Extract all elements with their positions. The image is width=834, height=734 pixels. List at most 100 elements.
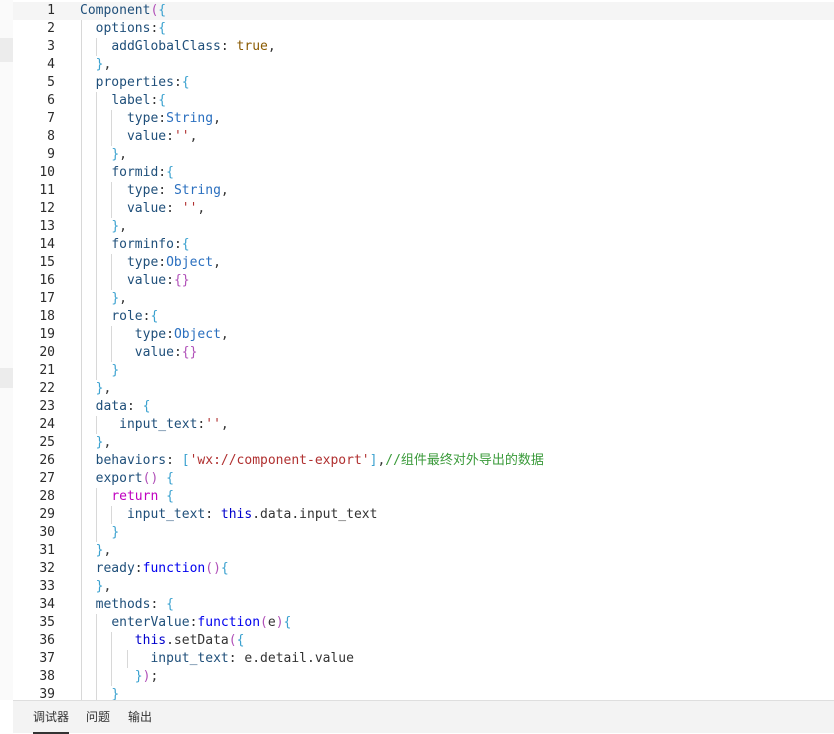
- indent-guide: [96, 182, 98, 200]
- code-line[interactable]: 28 return {: [13, 488, 834, 506]
- code-line[interactable]: 39 }: [13, 686, 834, 700]
- indent-guide: [96, 218, 98, 236]
- line-number: 16: [39, 273, 55, 288]
- indent-guide: [111, 650, 113, 668]
- code-text: role:{: [80, 308, 158, 326]
- code-line[interactable]: 38 });: [13, 668, 834, 686]
- code-token: ,: [103, 543, 112, 558]
- code-text: },: [80, 380, 112, 398]
- code-token: :: [134, 561, 143, 576]
- code-token: type: [126, 183, 159, 198]
- code-token: {: [166, 597, 174, 612]
- code-line[interactable]: 22 },: [13, 380, 834, 398]
- code-token: {: [181, 75, 190, 90]
- code-token: :: [150, 597, 167, 612]
- code-line[interactable]: 6 label:{: [13, 92, 834, 110]
- indent-guide: [96, 524, 98, 542]
- code-line[interactable]: 17 },: [13, 290, 834, 308]
- code-line[interactable]: 10 formid:{: [13, 164, 834, 182]
- line-number: 9: [47, 147, 55, 162]
- tab-output[interactable]: 输出: [128, 701, 152, 734]
- code-token: ,: [189, 129, 198, 144]
- tab-problems[interactable]: 问题: [86, 701, 110, 734]
- code-line[interactable]: 5 properties:{: [13, 74, 834, 92]
- code-line[interactable]: 4 },: [13, 56, 834, 74]
- code-token: {}: [181, 345, 198, 360]
- code-text: }: [80, 362, 119, 380]
- code-token: options: [95, 21, 151, 36]
- line-number: 20: [39, 345, 55, 360]
- line-number: 12: [39, 201, 55, 216]
- code-text: },: [80, 578, 112, 596]
- code-line[interactable]: 26 behaviors: ['wx://component-export'],…: [13, 452, 834, 470]
- code-line[interactable]: 11 type: String,: [13, 182, 834, 200]
- code-line[interactable]: 16 value:{}: [13, 272, 834, 290]
- code-line[interactable]: 31 },: [13, 542, 834, 560]
- code-line[interactable]: 20 value:{}: [13, 344, 834, 362]
- indent-guide: [81, 218, 82, 236]
- indent-guide: [81, 488, 82, 506]
- code-line[interactable]: 13 },: [13, 218, 834, 236]
- code-line[interactable]: 19 type:Object,: [13, 326, 834, 344]
- indent-guide: [81, 614, 82, 632]
- code-line[interactable]: 23 data: {: [13, 398, 834, 416]
- code-token: this: [134, 633, 167, 648]
- code-line[interactable]: 35 enterValue:function(e){: [13, 614, 834, 632]
- code-line[interactable]: 37 input_text: e.detail.value: [13, 650, 834, 668]
- code-line[interactable]: 25 },: [13, 434, 834, 452]
- tab-debugger[interactable]: 调试器: [33, 701, 70, 734]
- code-line[interactable]: 33 },: [13, 578, 834, 596]
- code-line[interactable]: 2 options:{: [13, 20, 834, 38]
- line-number: 15: [39, 255, 55, 270]
- code-line[interactable]: 24 input_text:'',: [13, 416, 834, 434]
- code-line[interactable]: 36 this.setData({: [13, 632, 834, 650]
- code-text: label:{: [80, 92, 166, 110]
- code-line[interactable]: 34 methods: {: [13, 596, 834, 614]
- code-line[interactable]: 1 Component({: [13, 2, 834, 20]
- code-token: }: [111, 291, 120, 306]
- line-number: 7: [47, 111, 55, 126]
- code-line[interactable]: 30 }: [13, 524, 834, 542]
- code-line[interactable]: 32 ready:function(){: [13, 560, 834, 578]
- line-number: 23: [39, 399, 55, 414]
- code-token: ,: [220, 327, 229, 342]
- code-token: ,: [119, 291, 127, 306]
- code-text: },: [80, 146, 127, 164]
- code-line[interactable]: 21 }: [13, 362, 834, 380]
- code-line[interactable]: 27 export() {: [13, 470, 834, 488]
- indent-guide: [81, 668, 82, 686]
- code-line[interactable]: 8 value:'',: [13, 128, 834, 146]
- code-line[interactable]: 15 type:Object,: [13, 254, 834, 272]
- line-number: 28: [39, 489, 55, 504]
- code-token: '': [181, 201, 198, 216]
- code-token: .data.input_text: [252, 507, 378, 522]
- line-number: 13: [39, 219, 55, 234]
- code-line[interactable]: 18 role:{: [13, 308, 834, 326]
- code-line[interactable]: 3 addGlobalClass: true,: [13, 38, 834, 56]
- indent-guide: [111, 632, 113, 650]
- line-number: 31: [39, 543, 55, 558]
- code-token: function: [197, 615, 261, 630]
- code-line[interactable]: 14 forminfo:{: [13, 236, 834, 254]
- code-editor[interactable]: 1 Component({2 options:{3 addGlobalClass:…: [13, 0, 834, 700]
- indent-guide: [111, 254, 113, 272]
- indent-guide: [111, 200, 113, 218]
- code-line[interactable]: 9 },: [13, 146, 834, 164]
- code-line[interactable]: 29 input_text: this.data.input_text: [13, 506, 834, 524]
- code-line[interactable]: 7 type:String,: [13, 110, 834, 128]
- indent-guide: [81, 92, 82, 110]
- code-line[interactable]: 12 value: '',: [13, 200, 834, 218]
- code-token: function: [142, 561, 206, 576]
- code-text: value:{}: [80, 344, 198, 362]
- indent-guide: [81, 74, 82, 92]
- code-text: });: [80, 668, 158, 686]
- code-token: ,: [103, 57, 112, 72]
